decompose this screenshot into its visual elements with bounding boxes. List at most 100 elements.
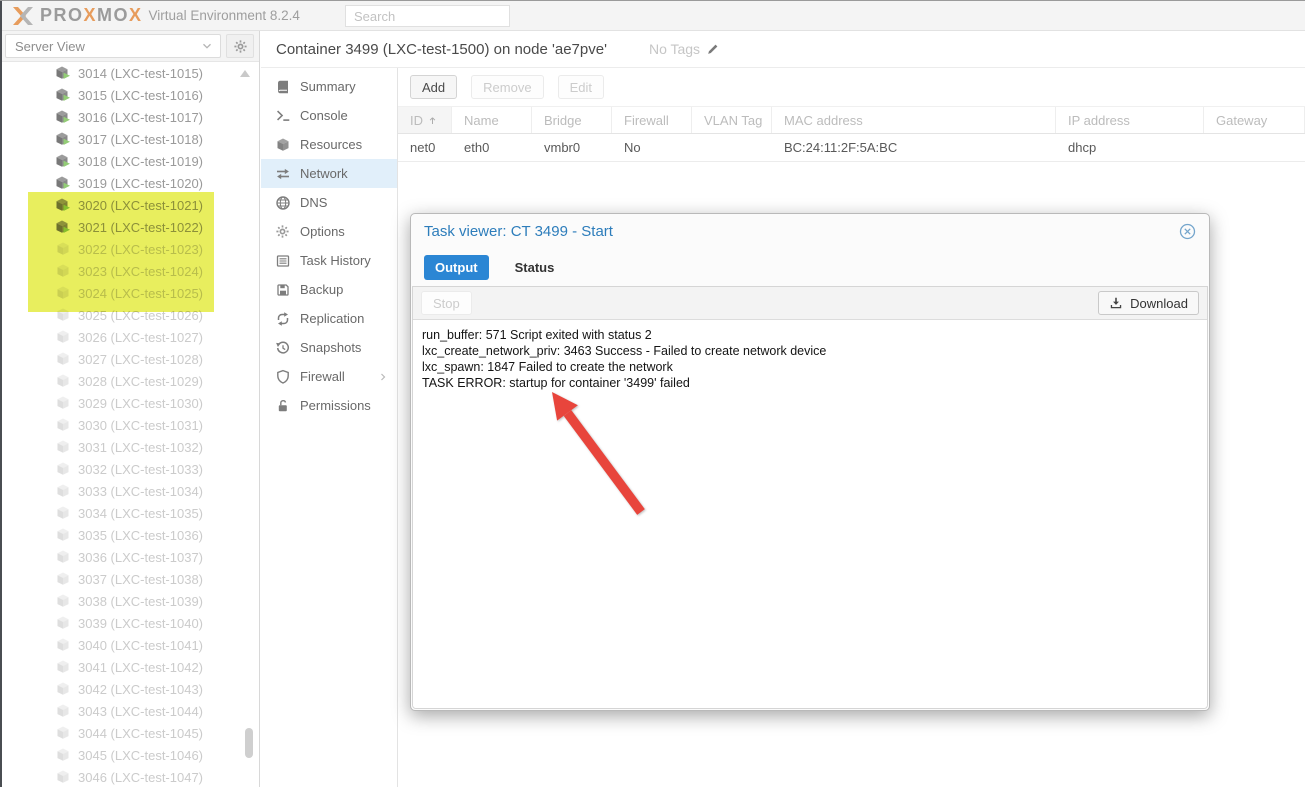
tree-item-ct-3029[interactable]: 3029 (LXC-test-1030)	[0, 392, 259, 414]
nav-item-backup[interactable]: Backup	[261, 275, 397, 304]
cube-icon	[275, 137, 291, 153]
resource-sidebar: Server View 3014 (LXC-test-1015) 3015 (LX…	[0, 31, 260, 787]
nav-item-dns[interactable]: DNS	[261, 188, 397, 217]
ct-status-icon	[55, 395, 71, 411]
tree-item-ct-3033[interactable]: 3033 (LXC-test-1034)	[0, 480, 259, 502]
tree-item-ct-3039[interactable]: 3039 (LXC-test-1040)	[0, 612, 259, 634]
tree-item-ct-3025[interactable]: 3025 (LXC-test-1026)	[0, 304, 259, 326]
brand-wordmark: PROXMOX	[40, 5, 143, 25]
ct-status-icon	[55, 549, 71, 565]
tree-item-ct-3046[interactable]: 3046 (LXC-test-1047)	[0, 766, 259, 787]
column-header-mac-address[interactable]: MAC address	[772, 107, 1056, 133]
nav-item-task-history[interactable]: Task History	[261, 246, 397, 275]
tree-item-ct-3040[interactable]: 3040 (LXC-test-1041)	[0, 634, 259, 656]
task-viewer-header[interactable]: Task viewer: CT 3499 - Start	[411, 214, 1209, 248]
nav-item-replication[interactable]: Replication	[261, 304, 397, 333]
tree-item-ct-3023[interactable]: 3023 (LXC-test-1024)	[0, 260, 259, 282]
tree-item-ct-3014[interactable]: 3014 (LXC-test-1015)	[0, 62, 259, 84]
nav-item-snapshots[interactable]: Snapshots	[261, 333, 397, 362]
tree-item-ct-3041[interactable]: 3041 (LXC-test-1042)	[0, 656, 259, 678]
tab-output[interactable]: Output	[424, 254, 489, 280]
tree-item-ct-3034[interactable]: 3034 (LXC-test-1035)	[0, 502, 259, 524]
tree-item-label: 3035 (LXC-test-1036)	[78, 527, 204, 543]
list-icon	[275, 253, 291, 269]
tree-item-ct-3021[interactable]: 3021 (LXC-test-1022)	[0, 216, 259, 238]
ct-status-icon	[55, 615, 71, 631]
tree-item-ct-3037[interactable]: 3037 (LXC-test-1038)	[0, 568, 259, 590]
table-row-net0[interactable]: net0 eth0 vmbr0 No BC:24:11:2F:5A:BC dhcp	[398, 134, 1305, 162]
column-header-ip-address[interactable]: IP address	[1056, 107, 1204, 133]
tree-item-ct-3045[interactable]: 3045 (LXC-test-1046)	[0, 744, 259, 766]
tree-item-ct-3026[interactable]: 3026 (LXC-test-1027)	[0, 326, 259, 348]
ct-status-icon	[55, 87, 71, 103]
view-selector-label: Server View	[15, 38, 85, 54]
column-header-gateway[interactable]: Gateway	[1204, 107, 1305, 133]
tree-item-label: 3019 (LXC-test-1020)	[78, 175, 204, 191]
column-header-id[interactable]: ID	[398, 107, 452, 133]
edit-button[interactable]: Edit	[557, 75, 604, 99]
sort-asc-icon	[427, 115, 438, 126]
task-log-output[interactable]: run_buffer: 571 Script exited with statu…	[413, 320, 1207, 708]
tree-item-ct-3022[interactable]: 3022 (LXC-test-1023)	[0, 238, 259, 260]
nav-item-permissions[interactable]: Permissions	[261, 391, 397, 420]
tree-item-ct-3015[interactable]: 3015 (LXC-test-1016)	[0, 84, 259, 106]
sidebar-settings-button[interactable]	[226, 34, 254, 58]
column-header-bridge[interactable]: Bridge	[532, 107, 612, 133]
ct-status-icon	[55, 263, 71, 279]
download-button[interactable]: Download	[1098, 291, 1199, 315]
nav-item-label: Task History	[300, 253, 371, 268]
tree-item-label: 3041 (LXC-test-1042)	[78, 659, 204, 675]
tree-item-ct-3028[interactable]: 3028 (LXC-test-1029)	[0, 370, 259, 392]
edit-tags-icon[interactable]	[706, 42, 720, 56]
window-edge	[0, 0, 2, 787]
tags-area[interactable]: No Tags	[649, 41, 720, 57]
network-icon	[275, 166, 291, 182]
tree-item-ct-3035[interactable]: 3035 (LXC-test-1036)	[0, 524, 259, 546]
tree-item-ct-3017[interactable]: 3017 (LXC-test-1018)	[0, 128, 259, 150]
tree-item-ct-3043[interactable]: 3043 (LXC-test-1044)	[0, 700, 259, 722]
tree-item-ct-3031[interactable]: 3031 (LXC-test-1032)	[0, 436, 259, 458]
close-icon[interactable]	[1179, 223, 1196, 240]
ct-status-icon	[55, 703, 71, 719]
tree-item-ct-3024[interactable]: 3024 (LXC-test-1025)	[0, 282, 259, 304]
ct-status-icon	[55, 109, 71, 125]
nav-item-console[interactable]: Console	[261, 101, 397, 130]
column-header-label: IP address	[1068, 112, 1130, 128]
remove-button[interactable]: Remove	[471, 75, 544, 99]
ct-status-icon	[55, 373, 71, 389]
tree-item-ct-3020[interactable]: 3020 (LXC-test-1021)	[0, 194, 259, 216]
tree-item-ct-3032[interactable]: 3032 (LXC-test-1033)	[0, 458, 259, 480]
nav-item-options[interactable]: Options	[261, 217, 397, 246]
tree-item-ct-3030[interactable]: 3030 (LXC-test-1031)	[0, 414, 259, 436]
nav-item-resources[interactable]: Resources	[261, 130, 397, 159]
tree-item-ct-3027[interactable]: 3027 (LXC-test-1028)	[0, 348, 259, 370]
view-selector[interactable]: Server View	[5, 34, 221, 58]
tree-item-ct-3042[interactable]: 3042 (LXC-test-1043)	[0, 678, 259, 700]
scroll-up-icon[interactable]	[240, 70, 250, 77]
nav-item-firewall[interactable]: Firewall	[261, 362, 397, 391]
tree-item-ct-3044[interactable]: 3044 (LXC-test-1045)	[0, 722, 259, 744]
add-button[interactable]: Add	[410, 75, 458, 99]
tree-item-ct-3018[interactable]: 3018 (LXC-test-1019)	[0, 150, 259, 172]
tree-item-label: 3023 (LXC-test-1024)	[78, 263, 204, 279]
gear-icon	[275, 224, 291, 240]
cell-name: eth0	[464, 140, 490, 155]
tree-item-label: 3045 (LXC-test-1046)	[78, 747, 204, 763]
column-header-vlan-tag[interactable]: VLAN Tag	[692, 107, 772, 133]
nav-item-summary[interactable]: Summary	[261, 72, 397, 101]
tree-item-ct-3019[interactable]: 3019 (LXC-test-1020)	[0, 172, 259, 194]
nav-item-network[interactable]: Network	[261, 159, 397, 188]
tree-item-ct-3036[interactable]: 3036 (LXC-test-1037)	[0, 546, 259, 568]
network-toolbar: Add Remove Edit	[398, 68, 1305, 106]
tree-scrollbar-thumb[interactable]	[245, 728, 253, 758]
search-input[interactable]	[345, 5, 510, 27]
tree-item-label: 3027 (LXC-test-1028)	[78, 351, 204, 367]
ct-status-icon	[55, 637, 71, 653]
tree-item-ct-3038[interactable]: 3038 (LXC-test-1039)	[0, 590, 259, 612]
stop-button[interactable]: Stop	[421, 291, 472, 315]
tab-status[interactable]: Status	[504, 255, 566, 280]
tree-item-ct-3016[interactable]: 3016 (LXC-test-1017)	[0, 106, 259, 128]
column-header-firewall[interactable]: Firewall	[612, 107, 692, 133]
shield-icon	[275, 369, 291, 385]
column-header-name[interactable]: Name	[452, 107, 532, 133]
